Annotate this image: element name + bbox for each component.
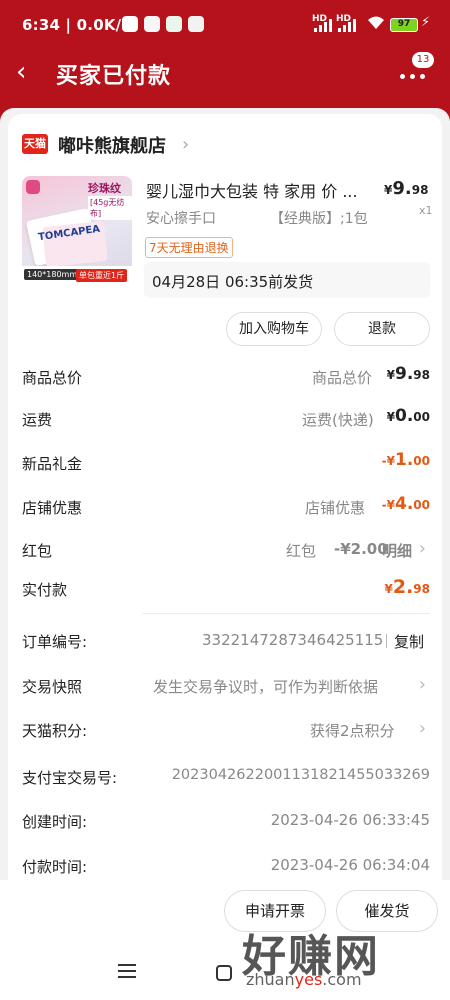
snapshot-row[interactable]: 交易快照 发生交易争议时，可作为判断依据 › [22, 673, 430, 699]
page-title: 买家已付款 [56, 64, 172, 89]
shipping-amount: ¥0.00 [386, 406, 430, 426]
paid-label: 实付款 [22, 581, 68, 599]
divider-bar [386, 634, 387, 648]
back-icon[interactable]: ‹ [16, 59, 40, 85]
tmall-logo: 天猫 [22, 134, 48, 154]
gift-label: 新品礼金 [22, 455, 83, 473]
snapshot-label: 交易快照 [22, 678, 83, 696]
product-title[interactable]: 婴儿湿巾大包装 特 家用 价 ... [146, 178, 372, 202]
store-bag-icon [26, 180, 40, 194]
product-quantity: x1 [419, 204, 433, 217]
red-packet-row[interactable]: 红包 红包 -¥2.00 明细 › [22, 537, 430, 563]
paid-amount: ¥2.98 [384, 576, 430, 598]
order-number-row: 订单编号: 3322147287346425115 复制 [22, 628, 430, 654]
copy-button[interactable]: 复制 [394, 631, 424, 652]
store-discount-amount: -¥4.00 [381, 494, 430, 514]
ship-notice-box: 04月28日 06:35前发货 [144, 262, 430, 298]
chevron-right-icon: › [182, 134, 190, 155]
product-price: ¥9.98 [384, 178, 429, 199]
chevron-right-icon: › [418, 538, 426, 559]
product-image[interactable]: 珍珠纹 [45g无纺布] TOMCAPEA 140*180mm 单包重近1斤 [22, 176, 132, 286]
signal-2-icon [338, 18, 356, 32]
charging-icon: ⚡ [421, 15, 431, 30]
gift-amount: -¥1.00 [381, 450, 430, 470]
paid-time-value: 2023-04-26 06:34:04 [270, 856, 430, 874]
thumb-size: 140*180mm [24, 269, 81, 280]
shipping-row: 运费 运费(快递) ¥0.00 [22, 406, 430, 432]
message-badge: 13 [412, 52, 434, 68]
red-packet-detail-link[interactable]: 明细 [382, 540, 412, 561]
points-value: 获得2点积分 [310, 722, 395, 740]
paid-row: 实付款 ¥2.98 [22, 576, 430, 602]
wifi-icon [368, 16, 384, 29]
signal-1-icon [314, 18, 332, 32]
created-time-label: 创建时间: [22, 813, 88, 831]
points-label: 天猫积分: [22, 722, 88, 740]
red-packet-label: 红包 [22, 542, 53, 560]
snapshot-desc: 发生交易争议时，可作为判断依据 [153, 678, 379, 696]
status-time: 6:34 | 0.0K/s [22, 16, 131, 34]
red-packet-amount: -¥2.00 [334, 540, 388, 558]
store-name[interactable]: 嘟咔熊旗舰店 [58, 132, 166, 158]
home-icon[interactable] [216, 965, 232, 981]
thumb-subtitle: [45g无纺布] [88, 196, 132, 220]
ship-notice-text: 04月28日 06:35前发货 [152, 273, 314, 291]
goods-total-label: 商品总价 [22, 369, 83, 387]
paid-time-row: 付款时间: 2023-04-26 06:34:04 [22, 853, 430, 879]
created-time-row: 创建时间: 2023-04-26 06:33:45 [22, 808, 430, 834]
store-discount-label: 店铺优惠 [22, 499, 83, 517]
nav-bar: ‹ 买家已付款 13 [0, 48, 450, 104]
paid-time-label: 付款时间: [22, 858, 88, 876]
more-menu-icon[interactable] [398, 68, 428, 88]
product-sku-right: 【经典版】;1包 [270, 211, 368, 227]
alipay-value: 2023042622001131821455033269 [171, 767, 430, 783]
watermark-url: zhuanyes.com [246, 970, 362, 989]
app-notification-icon [122, 16, 138, 32]
order-number-label: 订单编号: [22, 633, 88, 651]
app2-notification-icon [188, 16, 204, 32]
goods-total-row: 商品总价 商品总价 ¥9.98 [22, 364, 430, 390]
face-notification-icon [144, 16, 160, 32]
goods-total-desc: 商品总价 [312, 369, 373, 387]
chevron-right-icon: › [418, 674, 426, 695]
thumb-promo: 单包重近1斤 [76, 269, 128, 282]
store-discount-desc: 店铺优惠 [305, 499, 366, 517]
thumb-title: 珍珠纹 [88, 182, 121, 195]
chevron-right-icon: › [418, 718, 426, 739]
product-sku-left: 安心擦手口 [146, 211, 216, 227]
battery-icon: 97 [390, 18, 418, 32]
created-time-value: 2023-04-26 06:33:45 [270, 811, 430, 829]
refund-button[interactable]: 退款 [334, 312, 430, 346]
points-row[interactable]: 天猫积分: 获得2点积分 › [22, 717, 430, 743]
return-policy-tag: 7天无理由退换 [145, 237, 233, 258]
shipping-label: 运费 [22, 411, 53, 429]
red-packet-desc: 红包 [286, 542, 317, 560]
menu-icon[interactable] [118, 964, 136, 980]
shield-notification-icon [166, 16, 182, 32]
status-bar: 6:34 | 0.0K/s HD HD 97 ⚡ [0, 0, 450, 48]
goods-total-amount: ¥9.98 [386, 364, 430, 384]
gift-row: 新品礼金 -¥1.00 [22, 450, 430, 476]
store-discount-row: 店铺优惠 店铺优惠 -¥4.00 [22, 494, 430, 520]
alipay-label: 支付宝交易号: [22, 769, 118, 787]
order-number-value: 3322147287346425115 [202, 631, 384, 649]
alipay-row: 支付宝交易号: 2023042622001131821455033269 [22, 764, 430, 790]
add-to-cart-button[interactable]: 加入购物车 [226, 312, 322, 346]
section-divider [142, 613, 430, 614]
watermark: 好赚网 zhuanyes.com [236, 920, 450, 996]
shipping-desc: 运费(快递) [302, 411, 374, 429]
